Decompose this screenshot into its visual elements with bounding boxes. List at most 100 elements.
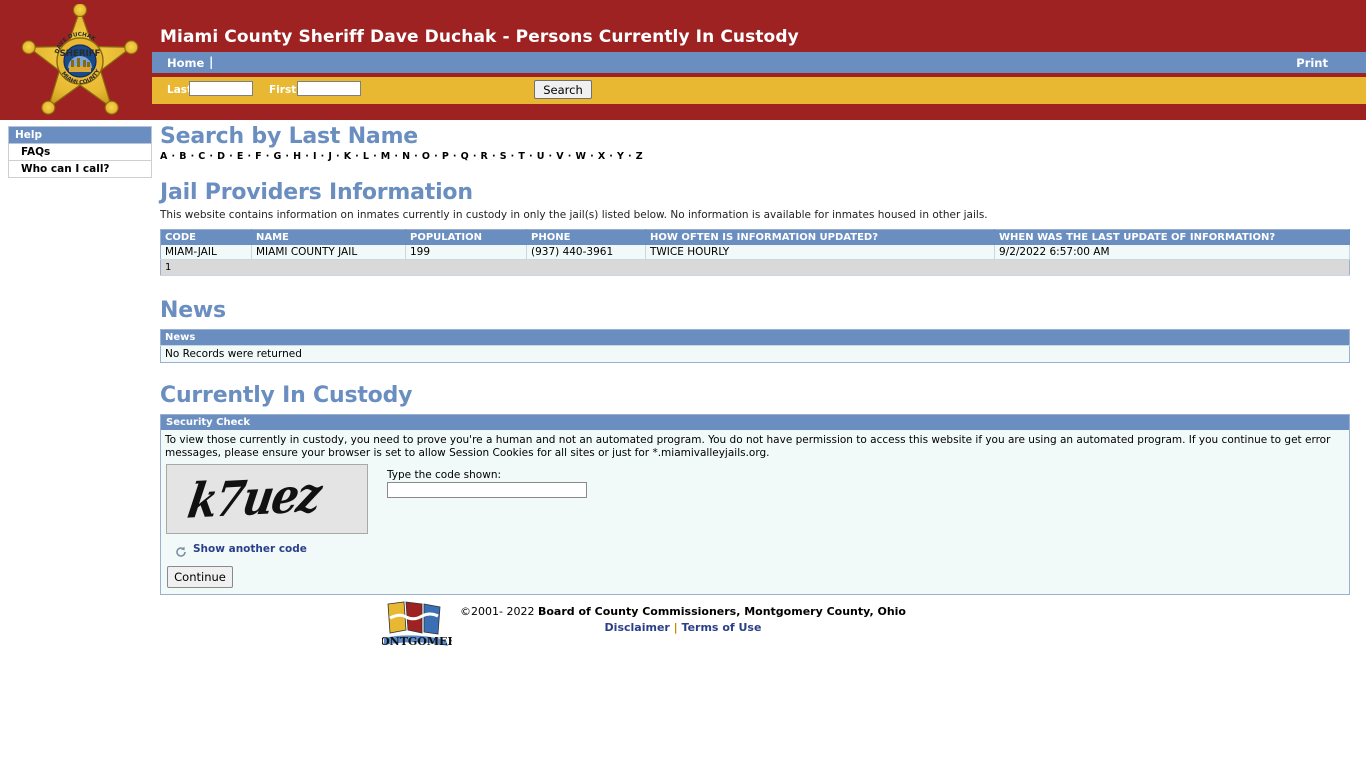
alpha-separator: ·: [525, 151, 537, 162]
cell-update-frequency: TWICE HOURLY: [645, 245, 995, 260]
column-update-frequency: HOW OFTEN IS INFORMATION UPDATED?: [645, 229, 995, 245]
cell-code: MIAM-JAIL: [160, 245, 252, 260]
disclaimer-link[interactable]: Disclaimer: [605, 621, 670, 634]
alpha-separator: ·: [605, 151, 617, 162]
alpha-link-v[interactable]: V: [556, 151, 564, 162]
last-name-input[interactable]: [189, 81, 253, 96]
alpha-link-u[interactable]: U: [537, 151, 545, 162]
alpha-separator: ·: [186, 151, 199, 162]
security-check-heading: Security Check: [161, 415, 1349, 430]
first-name-input[interactable]: [297, 81, 361, 96]
column-phone: PHONE: [526, 229, 646, 245]
alpha-separator: ·: [430, 151, 442, 162]
table-row: MIAM-JAIL MIAMI COUNTY JAIL 199 (937) 44…: [160, 245, 1350, 260]
refresh-icon: [175, 543, 187, 557]
heading-search-by-last-name: Search by Last Name: [160, 124, 419, 149]
sidebar-item-faqs[interactable]: FAQs: [8, 144, 152, 161]
alpha-link-s[interactable]: S: [500, 151, 507, 162]
page-title: Miami County Sheriff Dave Duchak - Perso…: [160, 27, 799, 47]
help-sidebar: Help FAQs Who can I call?: [8, 126, 152, 178]
alpha-separator: ·: [332, 151, 344, 162]
captcha-code-text: k7uez: [183, 466, 324, 530]
security-check-panel: Security Check To view those currently i…: [160, 414, 1350, 595]
alpha-separator: ·: [410, 151, 422, 162]
cell-name: MIAMI COUNTY JAIL: [251, 245, 406, 260]
news-empty-row: No Records were returned: [160, 345, 1350, 363]
column-name: NAME: [251, 229, 406, 245]
captcha-code-label: Type the code shown:: [387, 469, 502, 481]
heading-jail-providers: Jail Providers Information: [160, 180, 473, 205]
alpha-separator: ·: [205, 151, 218, 162]
montgomery-county-logo-icon: MONTGOMERY COUNTY: [368, 600, 464, 656]
sidebar-item-who-can-i-call[interactable]: Who can I call?: [8, 161, 152, 178]
main-content: Search by Last Name A · B · C · D · E · …: [160, 124, 1350, 595]
first-name-label: First: [269, 84, 297, 96]
alpha-link-x[interactable]: X: [598, 151, 606, 162]
alpha-separator: ·: [351, 151, 363, 162]
column-news: News: [160, 329, 1350, 346]
site-header: DAVE DUCHAK MIAMI COUNTY SHERIFF Miami C…: [0, 0, 1366, 120]
footer-links: Disclaimer | Terms of Use: [460, 621, 906, 634]
footer-copyright-owner: Board of County Commissioners, Montgomer…: [537, 605, 906, 618]
alpha-link-m[interactable]: M: [381, 151, 391, 162]
svg-text:COUNTY: COUNTY: [399, 648, 436, 654]
alpha-link-g[interactable]: G: [274, 151, 282, 162]
alpha-separator: ·: [564, 151, 576, 162]
footer-copyright: ©2001- 2022 Board of County Commissioner…: [460, 595, 906, 618]
alpha-link-a[interactable]: A: [160, 151, 168, 162]
column-code: CODE: [160, 229, 252, 245]
alpha-separator: ·: [167, 151, 180, 162]
alpha-link-h[interactable]: H: [293, 151, 301, 162]
continue-button[interactable]: Continue: [167, 566, 233, 588]
alpha-separator: ·: [262, 151, 274, 162]
alpha-separator: ·: [488, 151, 500, 162]
alpha-link-e[interactable]: E: [237, 151, 244, 162]
alpha-separator: ·: [449, 151, 461, 162]
captcha-code-input[interactable]: [387, 482, 587, 498]
heading-currently-in-custody: Currently In Custody: [160, 383, 413, 408]
alpha-link-c[interactable]: C: [198, 151, 205, 162]
terms-of-use-link[interactable]: Terms of Use: [682, 621, 762, 634]
search-bar: Last First Search: [152, 77, 1366, 104]
alpha-link-z[interactable]: Z: [636, 151, 643, 162]
alpha-link-q[interactable]: Q: [461, 151, 469, 162]
heading-news: News: [160, 298, 226, 323]
site-footer: MONTGOMERY COUNTY ©2001- 2022 Board of C…: [0, 595, 1366, 654]
show-another-code-link[interactable]: Show another code: [193, 543, 307, 555]
alpha-separator: ·: [469, 151, 481, 162]
alpha-separator: ·: [225, 151, 237, 162]
cell-phone: (937) 440-3961: [526, 245, 646, 260]
table-header-row: CODE NAME POPULATION PHONE HOW OFTEN IS …: [160, 229, 1350, 245]
sidebar-heading-help: Help: [8, 126, 152, 144]
cell-last-update: 9/2/2022 6:57:00 AM: [994, 245, 1350, 260]
primary-nav: Home | Print: [152, 52, 1366, 73]
jail-providers-description: This website contains information on inm…: [160, 209, 988, 221]
alpha-separator: ·: [281, 151, 294, 162]
svg-text:SHERIFF: SHERIFF: [60, 49, 101, 59]
alpha-separator: ·: [243, 151, 256, 162]
column-last-update: WHEN WAS THE LAST UPDATE OF INFORMATION?: [994, 229, 1350, 245]
security-check-body: To view those currently in custody, you …: [161, 430, 1349, 594]
nav-separator: |: [209, 55, 214, 69]
alpha-separator: ·: [624, 151, 636, 162]
alpha-separator: ·: [301, 151, 313, 162]
search-button[interactable]: Search: [534, 80, 592, 99]
alpha-link-b[interactable]: B: [179, 151, 187, 162]
captcha-image: k7uez: [166, 464, 368, 534]
alpha-separator: ·: [369, 151, 381, 162]
jail-providers-table: CODE NAME POPULATION PHONE HOW OFTEN IS …: [160, 229, 1350, 276]
footer-links-separator: |: [673, 621, 678, 634]
alpha-separator: ·: [316, 151, 329, 162]
news-table: News No Records were returned: [160, 329, 1350, 363]
svg-text:MONTGOMERY: MONTGOMERY: [382, 635, 452, 648]
alphabet-index: A · B · C · D · E · F · G · H · I · J · …: [160, 151, 1350, 162]
security-check-instructions: To view those currently in custody, you …: [165, 434, 1331, 459]
table-pager-row: 1: [160, 259, 1350, 276]
nav-home-link[interactable]: Home: [167, 56, 204, 70]
alpha-link-w[interactable]: W: [575, 151, 586, 162]
alpha-separator: ·: [506, 151, 519, 162]
news-empty-message: No Records were returned: [160, 345, 1350, 363]
pager-page-1[interactable]: 1: [160, 259, 1350, 276]
nav-print-link[interactable]: Print: [1296, 56, 1328, 70]
cell-population: 199: [405, 245, 527, 260]
